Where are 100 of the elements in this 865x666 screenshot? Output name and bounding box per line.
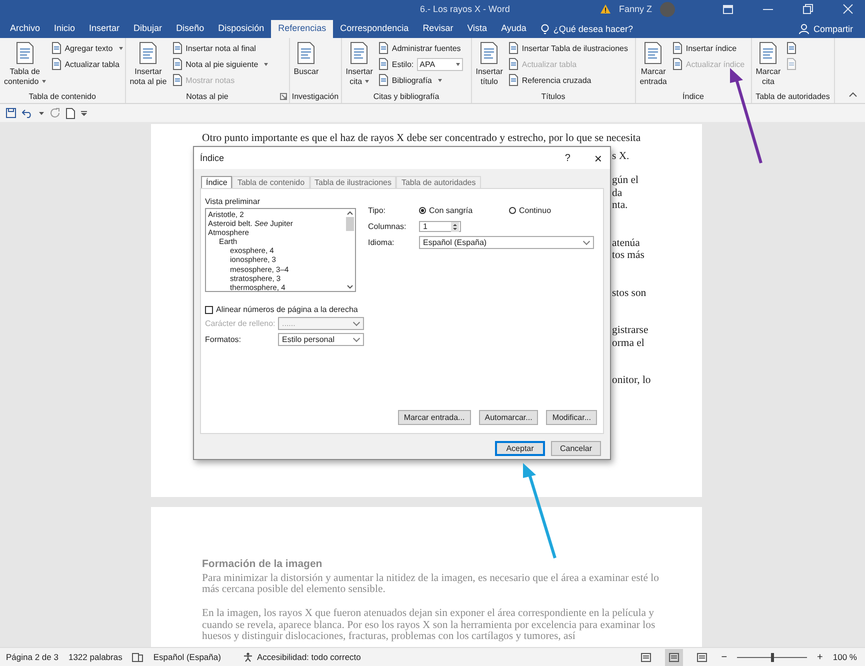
dialog-tab[interactable]: Índice [201, 176, 232, 188]
customize-icon[interactable] [81, 110, 87, 116]
page-icon [508, 42, 519, 54]
group-label: Investigación [292, 92, 339, 101]
dialog-tab[interactable]: Tabla de contenido [232, 176, 310, 188]
page-icon [672, 58, 683, 70]
cancel-button[interactable]: Cancelar [551, 441, 601, 456]
ribbon-button[interactable]: Actualizar tabla [50, 57, 123, 71]
field-label: Tipo: [368, 206, 386, 215]
close-icon[interactable] [843, 4, 853, 14]
zoom-out-button[interactable]: − [721, 652, 728, 662]
share-button[interactable]: Compartir [799, 20, 865, 38]
checkbox[interactable]: Alinear números de página a la derecha [205, 305, 358, 314]
ribbon-tab[interactable]: Inicio [47, 20, 82, 38]
zoom-level[interactable]: 100 % [832, 652, 865, 662]
field-label: Idioma: [368, 238, 396, 247]
dialog-launcher-icon[interactable] [280, 93, 287, 100]
group-label: Índice [682, 92, 704, 101]
ribbon-tab[interactable]: Archivo [3, 20, 48, 38]
proofing-icon[interactable] [132, 652, 144, 662]
page-icon [508, 58, 519, 70]
scroll-thumb[interactable] [346, 217, 354, 231]
save-icon[interactable] [6, 108, 16, 118]
scroll-down-icon [347, 285, 353, 289]
language-status[interactable]: Español (España) [153, 652, 221, 662]
help-button[interactable]: ? [564, 152, 570, 164]
ribbon-tab[interactable]: Dibujar [126, 20, 170, 38]
page-count[interactable]: Página 2 de 3 [6, 652, 58, 662]
scrollbar[interactable] [345, 209, 355, 291]
user-name[interactable]: Fanny Z [618, 4, 652, 14]
body-text: gún el [612, 174, 640, 186]
ribbon-button[interactable]: Insertar nota al final [172, 41, 268, 55]
ribbon-button[interactable]: Buscar [292, 41, 321, 77]
formats-dropdown[interactable]: Estilo personal [278, 333, 364, 346]
view-icon [641, 652, 652, 662]
restore-icon[interactable] [803, 4, 813, 14]
ribbon-button[interactable]: Bibliografía [378, 73, 463, 87]
group-label: Tabla de contenido [28, 92, 96, 101]
close-button[interactable]: × [594, 150, 602, 166]
new-document-icon[interactable] [66, 108, 75, 118]
ribbon-tab[interactable]: Insertar [82, 20, 127, 38]
style-label: Estilo: [392, 60, 414, 68]
person-icon [799, 24, 810, 34]
field-label: Formatos: [205, 335, 242, 344]
window-title: 6.- Los rayos X - Word [419, 4, 511, 14]
body-text: orma el [612, 336, 646, 349]
ribbon-button[interactable]: Administrar fuentes [378, 41, 463, 55]
ribbon-tab[interactable]: Diseño [169, 20, 212, 38]
group-label: Citas y bibliografía [373, 92, 440, 101]
group-label: Tabla de autoridades [756, 92, 830, 101]
group-label: Títulos [541, 92, 566, 101]
ribbon-button[interactable]: Agregar texto [50, 41, 123, 55]
page-icon[interactable] [786, 42, 797, 54]
dialog-tab[interactable]: Tabla de ilustraciones [310, 176, 396, 188]
number-spinner[interactable]: 1 [419, 221, 461, 232]
dialog-button[interactable]: Modificar... [546, 410, 597, 425]
ribbon-tab[interactable]: Revisar [416, 20, 460, 38]
ribbon-display-icon[interactable] [723, 4, 733, 14]
style-dropdown[interactable]: APA [416, 58, 463, 70]
ribbon-tab[interactable]: Disposición [211, 20, 272, 38]
accessibility-icon [242, 652, 254, 662]
ribbon-button[interactable]: Insertar Tabla de ilustraciones [508, 41, 628, 55]
language-dropdown[interactable]: Español (España) [419, 236, 594, 249]
ribbon-button[interactable]: Insertar título [474, 41, 505, 87]
dialog-button[interactable]: Marcar entrada... [398, 410, 471, 425]
undo-icon[interactable] [22, 108, 33, 118]
ribbon-button[interactable]: Tabla de contenido [2, 41, 48, 87]
ribbon-tab[interactable]: Referencias [271, 20, 334, 38]
body-text: tos más [612, 249, 646, 262]
view-icon [669, 652, 680, 662]
dialog-tab[interactable]: Tabla de autoridades [396, 176, 481, 188]
page-icon [378, 74, 389, 86]
radio-button[interactable]: Continuo [509, 206, 599, 215]
ribbon-tab[interactable]: Ayuda [494, 20, 534, 38]
redo-icon[interactable] [50, 108, 60, 118]
page-icon [172, 58, 183, 70]
view-button[interactable] [665, 648, 684, 666]
accessibility-status[interactable]: Accesibilidad: todo correcto [242, 652, 361, 662]
ribbon-button[interactable]: Nota al pie siguiente [172, 57, 268, 71]
ribbon-button[interactable]: Insertar nota al pie [128, 41, 169, 87]
ribbon-button[interactable]: Referencia cruzada [508, 73, 628, 87]
dialog-title: Índice [200, 153, 224, 163]
ribbon-button[interactable]: Marcar entrada [638, 41, 669, 87]
ribbon-tab[interactable]: Vista [460, 20, 494, 38]
dialog-button[interactable]: Automarcar... [478, 410, 538, 425]
radio-button[interactable]: Con sangría [419, 206, 509, 215]
search-field[interactable]: ¿Qué desea hacer? [541, 20, 644, 38]
word-count[interactable]: 1322 palabras [68, 652, 122, 662]
dropdown-icon[interactable] [39, 112, 44, 114]
ribbon-button[interactable]: Insertar cita [344, 41, 375, 87]
warning-icon [600, 4, 611, 14]
ok-button[interactable]: Aceptar [495, 441, 545, 456]
collapse-icon[interactable] [849, 92, 857, 97]
page-icon [50, 58, 62, 70]
zoom-in-button[interactable]: + [817, 652, 823, 662]
body-text: stos son [612, 286, 648, 299]
ribbon-button[interactable]: Insertar índice [672, 41, 745, 55]
slider-thumb[interactable] [771, 652, 774, 662]
ribbon-tab[interactable]: Correspondencia [333, 20, 416, 38]
ribbon-button[interactable]: Marcar cita [754, 41, 783, 87]
